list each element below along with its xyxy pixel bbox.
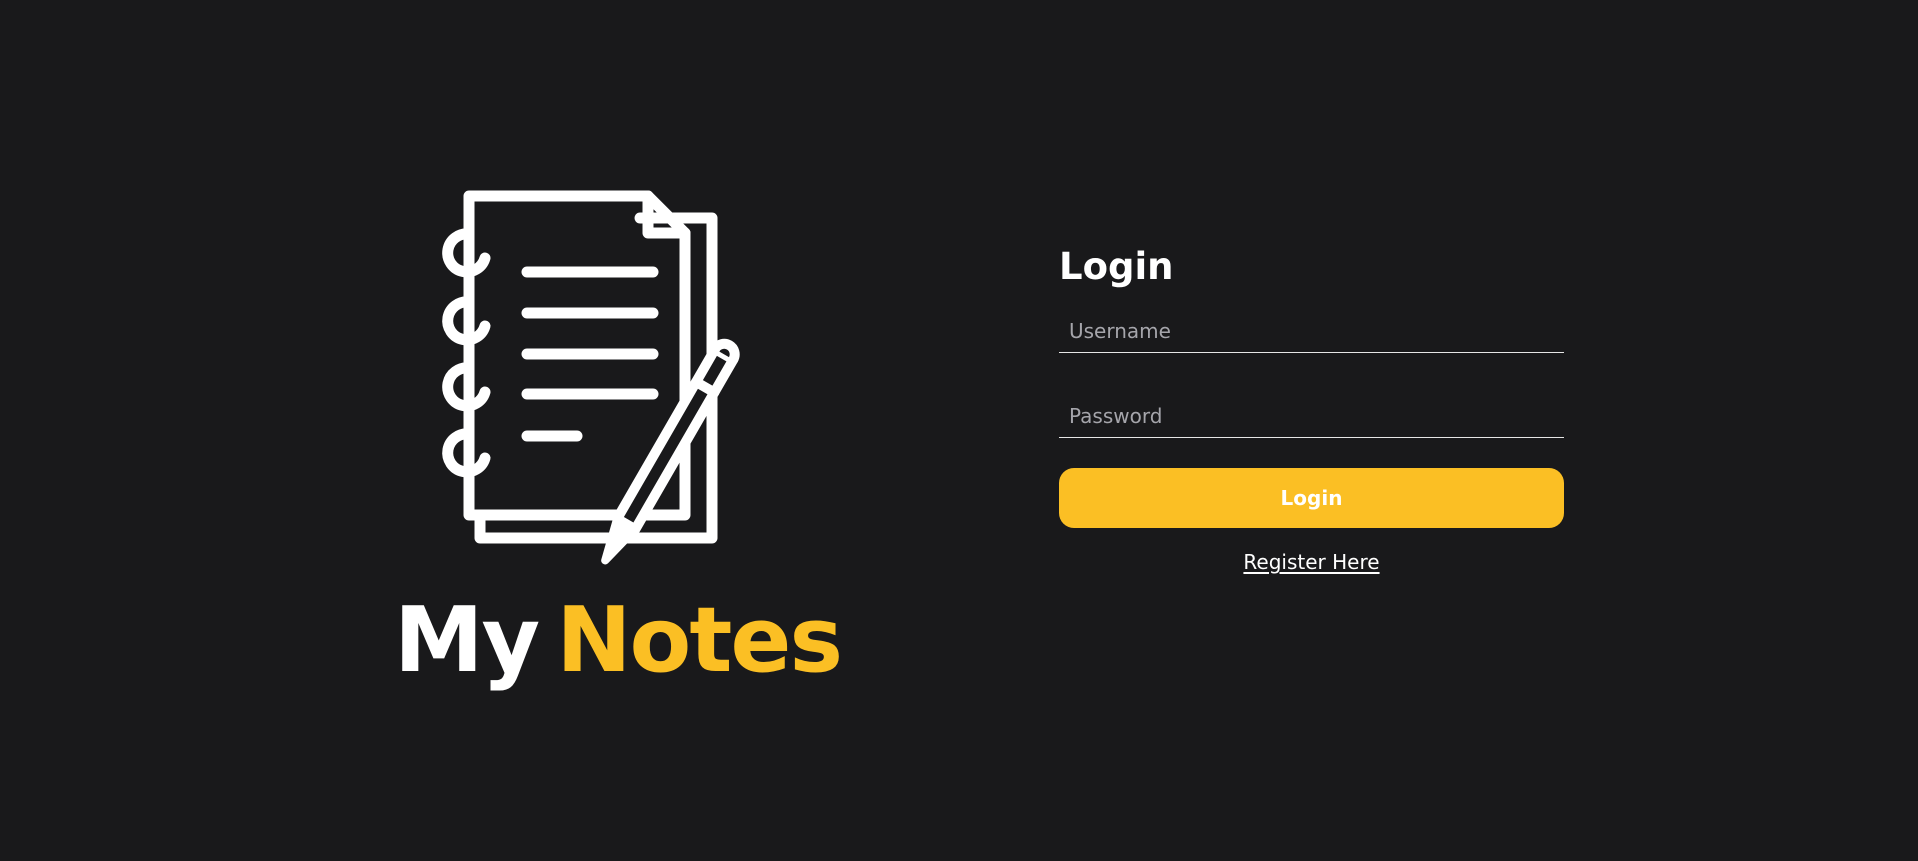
app-name-part1: My xyxy=(394,588,540,693)
app-name: My Notes xyxy=(394,596,843,686)
login-form: Login Login Register Here xyxy=(1059,248,1564,574)
app-name-part2: Notes xyxy=(556,588,843,693)
password-input[interactable] xyxy=(1059,395,1564,438)
notebook-with-pencil-icon xyxy=(442,190,740,565)
username-input[interactable] xyxy=(1059,310,1564,353)
register-link[interactable]: Register Here xyxy=(1243,550,1379,574)
login-button[interactable]: Login xyxy=(1059,468,1564,528)
brand-logo: My Notes xyxy=(380,180,843,720)
register-link-wrapper: Register Here xyxy=(1059,550,1564,574)
login-title: Login xyxy=(1059,245,1174,288)
